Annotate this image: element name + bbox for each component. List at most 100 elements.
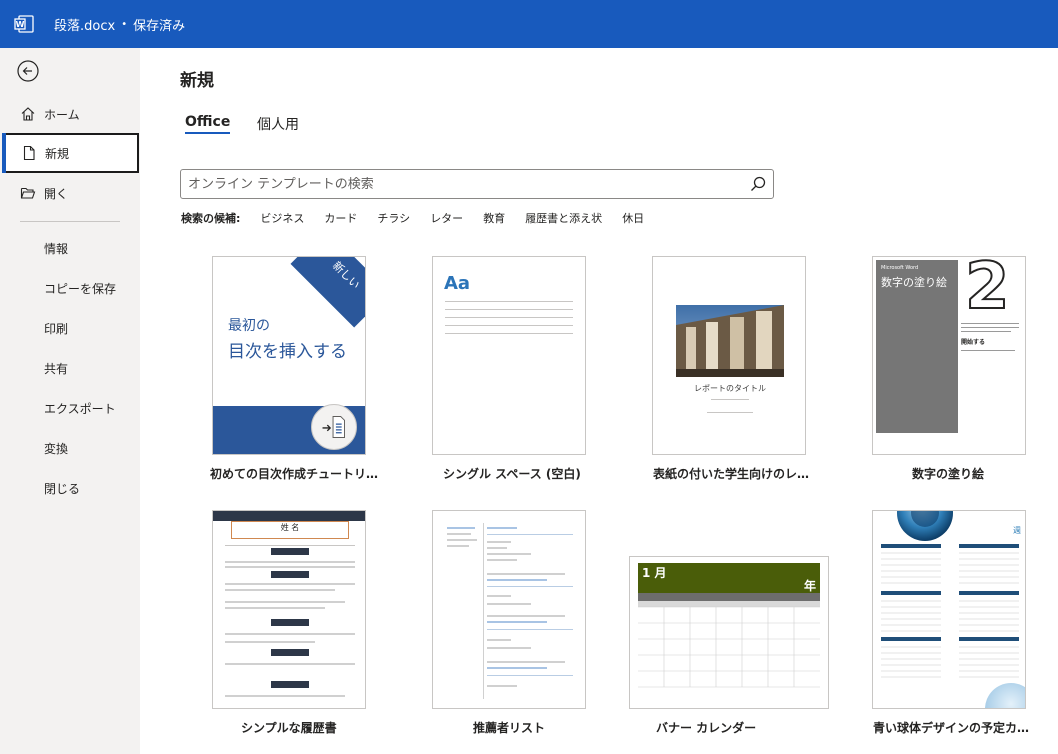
template-banner-calendar[interactable]: 1 月 年 [629, 556, 829, 709]
tab-office[interactable]: Office [185, 114, 231, 134]
template-search-input[interactable] [188, 176, 749, 192]
template-reference-list[interactable] [432, 510, 586, 709]
section-header [271, 649, 309, 656]
suggestion-education[interactable]: 教育 [483, 210, 505, 226]
nav-export[interactable]: エクスポート [44, 399, 116, 419]
new-document-pane: 新規 Office 個人用 検索の候補: ビジネス カード チラシ レター 教育… [140, 48, 1058, 754]
suggestion-flyer[interactable]: チラシ [377, 210, 410, 226]
text-line [487, 534, 573, 535]
big-number-two: 2 [964, 256, 1011, 324]
nav-close[interactable]: 閉じる [44, 479, 80, 499]
new-badge-ribbon [290, 257, 365, 328]
template-label: シンプルな履歴書 [241, 721, 337, 735]
text-line [225, 545, 355, 546]
text-line [225, 566, 355, 568]
text-line [225, 583, 355, 585]
calendar-month: 1 月 [642, 566, 667, 580]
text-line [487, 579, 547, 581]
text-line [487, 647, 531, 649]
columns-photo [676, 305, 784, 377]
report-title: レポートのタイトル [694, 384, 766, 393]
planner-week: 週 [1013, 526, 1021, 535]
toc-line2: 目次を挿入する [228, 342, 347, 362]
folder-open-icon [20, 187, 36, 199]
nav-print[interactable]: 印刷 [44, 319, 68, 339]
svg-text:W: W [16, 20, 25, 29]
suggestion-resume[interactable]: 履歴書と添え状 [525, 210, 602, 226]
subtitle-line [711, 399, 749, 400]
suggestion-letter[interactable]: レター [430, 210, 463, 226]
text-line [487, 685, 517, 687]
search-suggestions: 検索の候補: ビジネス カード チラシ レター 教育 履歴書と添え状 休日 [181, 210, 664, 226]
nav-open[interactable]: 開く [0, 173, 140, 213]
suggestion-card[interactable]: カード [324, 210, 357, 226]
text-line [225, 633, 355, 635]
text-line [487, 603, 531, 605]
text-line [487, 629, 573, 630]
save-status: 保存済み [133, 18, 186, 34]
calendar-weekday-bar [638, 593, 820, 601]
toc-line1: 最初の [228, 318, 270, 334]
text-line [487, 615, 565, 617]
template-label: 推薦者リスト [473, 721, 546, 735]
text-line [225, 641, 315, 643]
template-single-space[interactable]: Aa [432, 256, 586, 455]
text-line [225, 561, 355, 563]
text-line [487, 595, 511, 597]
text-line [961, 327, 1019, 328]
template-search-box [180, 169, 774, 199]
text-line [487, 621, 547, 623]
nav-share[interactable]: 共有 [44, 359, 68, 379]
text-line [961, 323, 1019, 324]
text-line [961, 331, 1011, 332]
aa-mark: Aa [444, 273, 471, 294]
text-line [447, 527, 475, 529]
home-icon [21, 107, 35, 121]
sidebar-divider [20, 221, 120, 222]
suggestion-holiday[interactable]: 休日 [622, 210, 644, 226]
template-toc-tutorial[interactable]: 新しい 最初の 目次を挿入する [212, 256, 366, 455]
search-icon[interactable] [749, 175, 767, 193]
insert-toc-icon [311, 404, 357, 450]
nav-info[interactable]: 情報 [44, 239, 68, 259]
suggestions-label: 検索の候補: [181, 212, 241, 225]
template-student-report[interactable]: レポートのタイトル [652, 256, 806, 455]
text-line [225, 663, 355, 665]
calendar-grid [638, 601, 820, 688]
document-filename: 段落.docx [54, 18, 116, 34]
document-title[interactable]: 段落.docx • 保存済み [54, 15, 185, 34]
text-line [487, 553, 531, 555]
text-line [487, 639, 511, 641]
text-line [445, 325, 573, 326]
column-divider [483, 523, 484, 699]
text-line [487, 573, 565, 575]
nav-save-copy[interactable]: コピーを保存 [44, 279, 116, 299]
nav-transform[interactable]: 変換 [44, 439, 68, 459]
text-line [487, 661, 565, 663]
page-title: 新規 [180, 71, 214, 91]
template-label: 表紙の付いた学生向けのレ… [653, 467, 810, 481]
template-label: バナー カレンダー [656, 721, 757, 735]
resume-name: 姓 名 [231, 521, 349, 539]
text-line [445, 333, 573, 334]
text-line [445, 301, 573, 302]
start-label: 開始する [961, 339, 986, 346]
nav-home-label: ホーム [44, 107, 80, 122]
text-line [487, 541, 511, 543]
author-line [707, 412, 753, 413]
suggestion-business[interactable]: ビジネス [260, 210, 304, 226]
new-document-icon [23, 145, 35, 161]
tab-personal[interactable]: 個人用 [257, 114, 299, 134]
word-app-icon: W [14, 15, 34, 33]
template-simple-resume[interactable]: 姓 名 [212, 510, 366, 709]
template-number-coloring[interactable]: Microsoft Word 数字の塗り絵 2 開始する [872, 256, 1026, 455]
text-line [487, 667, 547, 669]
nav-new[interactable]: 新規 [2, 133, 139, 173]
microsoft-word-label: Microsoft Word [881, 265, 919, 271]
text-line [487, 675, 573, 676]
template-blue-sphere-planner[interactable]: 週 [872, 510, 1026, 709]
back-arrow-icon[interactable] [16, 59, 40, 83]
nav-home[interactable]: ホーム [0, 94, 140, 134]
calendar-year: 年 [803, 579, 816, 593]
text-line [445, 309, 573, 310]
